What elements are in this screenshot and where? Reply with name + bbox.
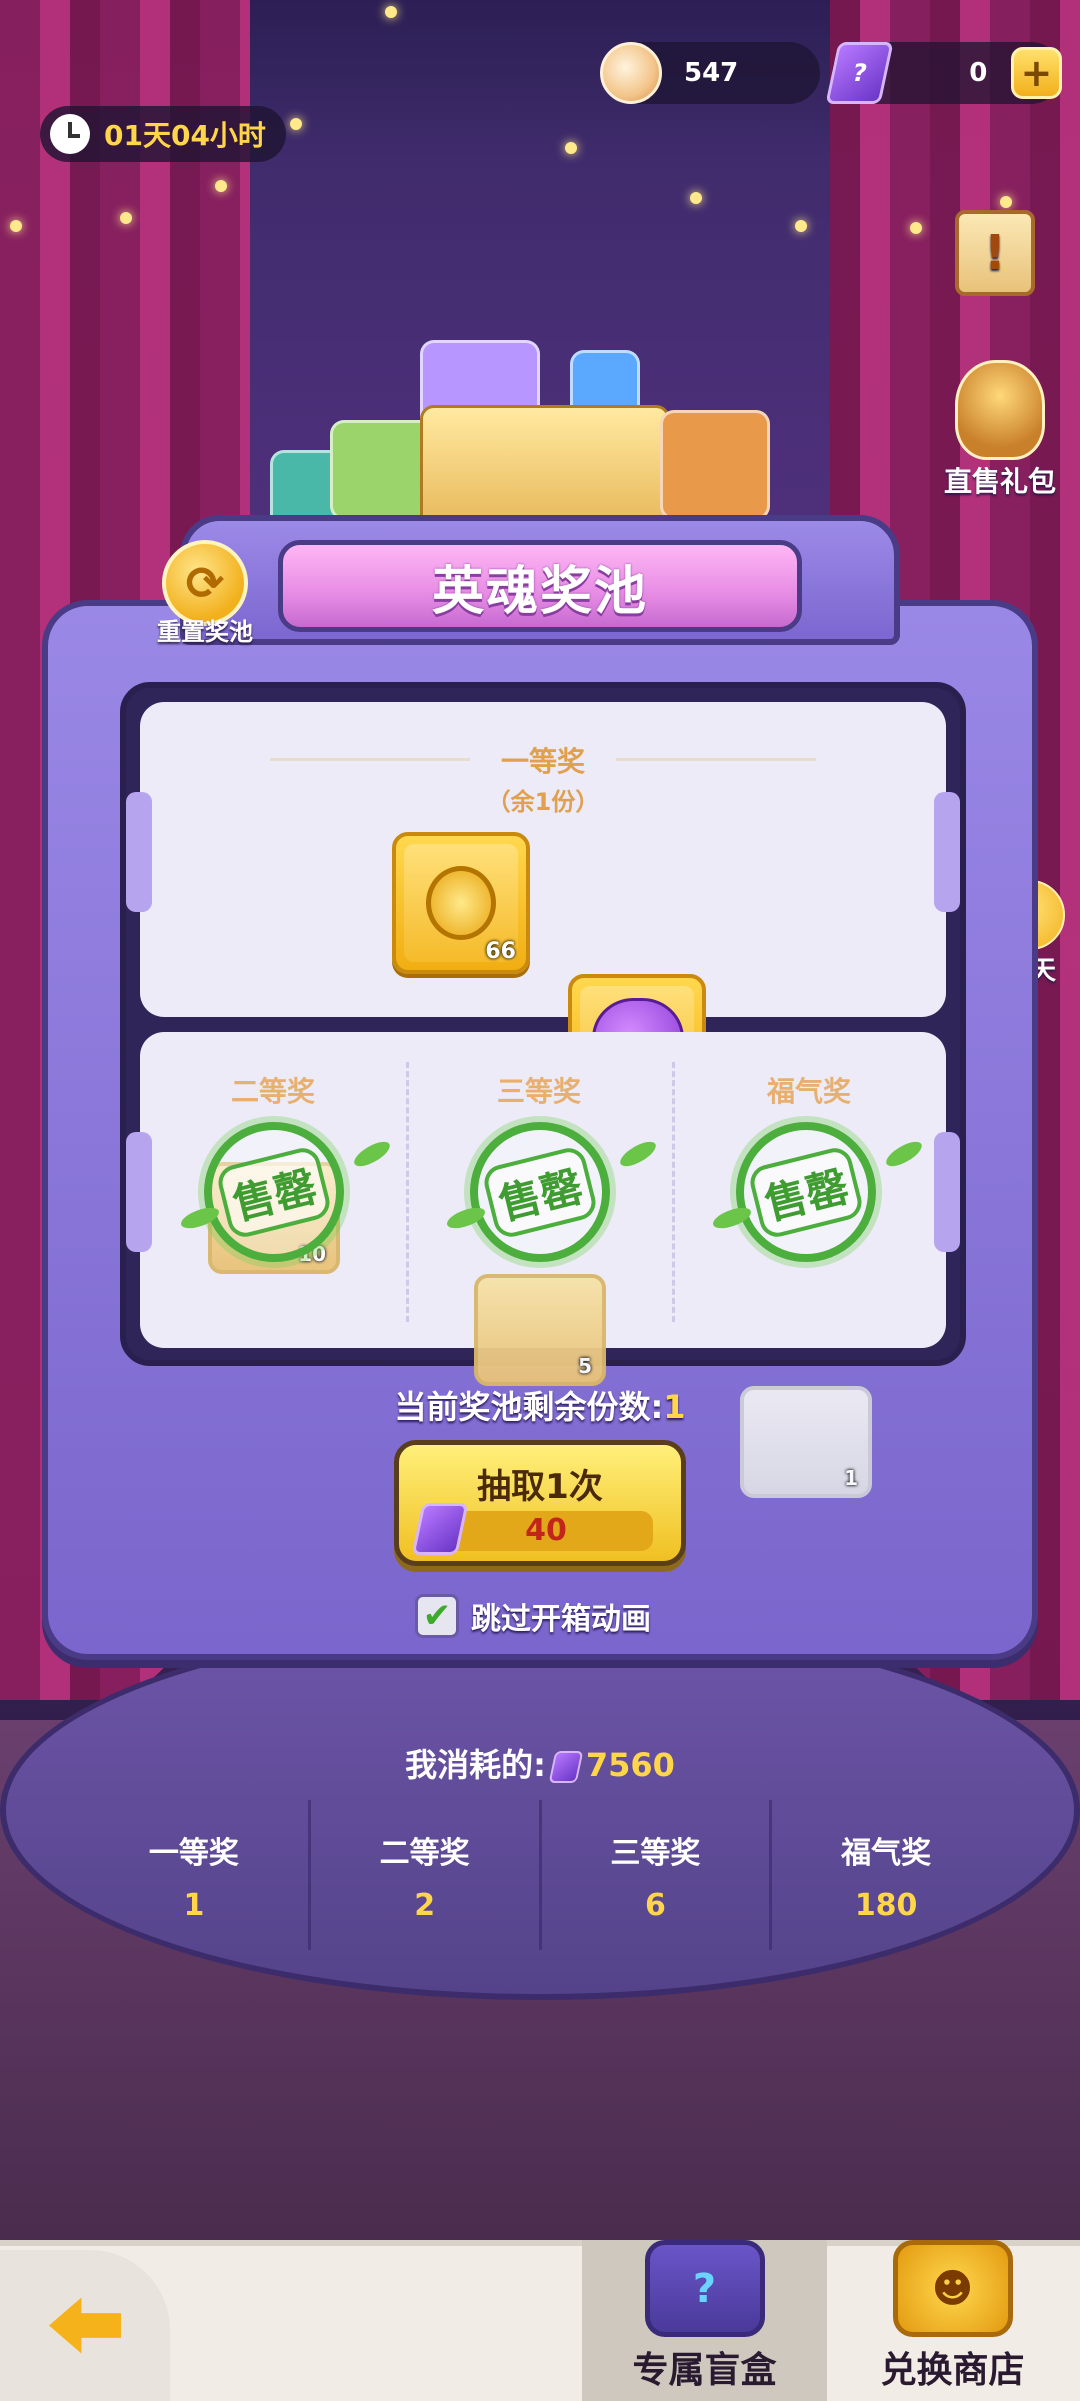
pool-remaining-value: 1	[663, 1388, 686, 1426]
ticket-icon: ?	[825, 42, 894, 104]
string-light	[290, 118, 302, 130]
stat-label: 福气奖	[841, 1835, 932, 1871]
shell-icon	[600, 42, 662, 104]
gold-coin-icon	[426, 866, 496, 940]
shell-count: 547	[684, 58, 739, 88]
sold-out-text: 售罄	[746, 1144, 866, 1240]
string-light	[385, 6, 397, 18]
sold-out-text: 售罄	[214, 1144, 334, 1240]
skip-animation-toggle[interactable]: ✔ 跳过开箱动画	[415, 1592, 651, 1640]
chest-box	[420, 405, 670, 530]
sold-out-text: 售罄	[480, 1144, 600, 1240]
string-light	[1000, 196, 1012, 208]
card-side-tab	[126, 1132, 152, 1252]
stat-second-prize: 二等奖 2	[311, 1800, 542, 1950]
stat-lucky-prize: 福气奖 180	[772, 1800, 1000, 1950]
treasure-chest-art	[270, 330, 800, 530]
draw-cost: 40	[439, 1511, 653, 1551]
gift-pack-button[interactable]: 直售礼包	[925, 360, 1075, 500]
back-arrow-icon	[49, 2297, 121, 2354]
stat-third-prize: 三等奖 6	[542, 1800, 773, 1950]
pool-remaining: 当前奖池剩余份数:1	[0, 1382, 1080, 1428]
item-count: 66	[485, 939, 516, 964]
scroll-notice-icon: !	[955, 210, 1035, 296]
reset-pool-label: 重置奖池	[157, 618, 253, 646]
tab-label: 专属盲盒	[632, 2350, 777, 2391]
stat-label: 二等奖	[379, 1835, 470, 1871]
gift-pack-label: 直售礼包	[943, 465, 1056, 498]
item-count: 5	[578, 1354, 592, 1378]
tab-exclusive-blind-box[interactable]: ? 专属盲盒	[582, 2240, 827, 2401]
shell-counter: 547	[600, 42, 820, 104]
draw-stats: 一等奖 1 二等奖 2 三等奖 6 福气奖 180	[80, 1800, 1000, 1950]
panel-title: 英魂奖池	[431, 561, 648, 622]
item-count: 1	[844, 1466, 858, 1490]
shop-totem-icon: ☻	[892, 2240, 1013, 2337]
first-prize-label: 一等奖	[500, 745, 585, 778]
string-light	[690, 192, 702, 204]
second-prize-label: 二等奖	[230, 1075, 315, 1108]
reset-pool-button[interactable]: ⟳ 重置奖池	[140, 540, 270, 647]
sold-out-stamp: 售罄	[736, 1122, 876, 1262]
stat-label: 三等奖	[610, 1835, 701, 1871]
draw-label: 抽取1次	[477, 1467, 603, 1507]
leaf-decoration	[882, 1137, 926, 1171]
checkbox-checked-icon[interactable]: ✔	[415, 1594, 459, 1638]
reward-item[interactable]: 66	[392, 832, 530, 974]
ticket-counter: ? 0 +	[825, 42, 1062, 104]
back-button[interactable]	[0, 2250, 170, 2401]
string-light	[910, 222, 922, 234]
stat-value: 6	[644, 1887, 666, 1923]
notice-button[interactable]: !	[955, 210, 1035, 296]
card-side-tab	[934, 1132, 960, 1252]
event-timer: 01天04小时	[40, 106, 286, 162]
tab-exchange-shop[interactable]: ☻ 兑换商店	[830, 2240, 1075, 2401]
first-prize-remaining: （余1份）	[486, 788, 600, 816]
string-light	[10, 220, 22, 232]
string-light	[795, 220, 807, 232]
leaf-decoration	[616, 1137, 660, 1171]
skip-animation-label: 跳过开箱动画	[471, 1602, 651, 1637]
string-light	[565, 142, 577, 154]
tab-label: 兑换商店	[880, 2350, 1025, 2391]
ticket-icon	[548, 1751, 584, 1783]
panel-title-plate: 英魂奖池	[278, 540, 802, 632]
stat-value: 180	[854, 1887, 918, 1923]
blind-box-icon: ?	[644, 2240, 765, 2337]
ticket-count: 0	[969, 58, 988, 88]
lucky-prize-label: 福气奖	[766, 1075, 851, 1108]
consumed-value: 7560	[585, 1746, 675, 1784]
stat-value: 2	[414, 1887, 436, 1923]
draw-once-button[interactable]: 抽取1次 40	[394, 1440, 686, 1566]
other-prizes-card: 二等奖 10 售罄 三等奖 5 售罄 福气奖 1 售罄	[126, 1032, 960, 1498]
consumed-summary: 我消耗的: 7560	[0, 1740, 1080, 1786]
timer-text: 01天04小时	[104, 119, 266, 152]
add-ticket-button[interactable]: +	[1010, 47, 1062, 99]
third-prize-label: 三等奖	[496, 1075, 581, 1108]
sold-out-stamp: 售罄	[470, 1122, 610, 1262]
gift-bag-icon	[955, 360, 1045, 460]
leaf-decoration	[350, 1137, 394, 1171]
stat-label: 一等奖	[148, 1835, 239, 1871]
pool-remaining-label: 当前奖池剩余份数:	[394, 1388, 664, 1426]
reward-item[interactable]: 5	[474, 1274, 606, 1386]
first-prize-card: 一等奖 （余1份） 66 1	[126, 702, 960, 1116]
string-light	[120, 212, 132, 224]
chest-cube	[660, 410, 770, 520]
consumed-label: 我消耗的:	[405, 1746, 546, 1784]
sold-out-stamp: 售罄	[204, 1122, 344, 1262]
stat-first-prize: 一等奖 1	[80, 1800, 311, 1950]
string-light	[215, 180, 227, 192]
clock-icon	[50, 114, 90, 154]
stat-value: 1	[183, 1887, 205, 1923]
